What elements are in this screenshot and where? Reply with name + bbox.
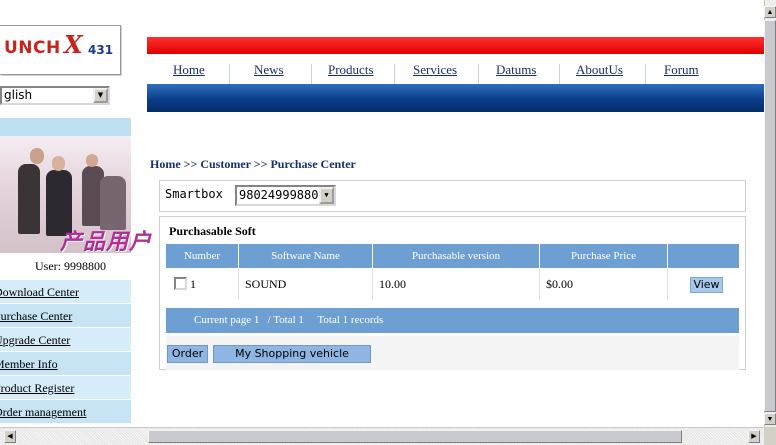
smartbox-serial-select[interactable]: 980249998800 ▼	[235, 185, 336, 206]
col-purchasable-version: Purchasable version	[373, 244, 540, 268]
nav-divider	[478, 64, 479, 84]
chevron-down-icon[interactable]: ▼	[93, 88, 108, 103]
vertical-scroll-thumb[interactable]	[764, 20, 776, 412]
nav-datums[interactable]: Datums	[496, 62, 536, 78]
sidebar-item-member-info[interactable]: Member Info	[0, 352, 131, 376]
logo-text: UNCH	[4, 38, 61, 58]
sidebar-band	[0, 118, 131, 136]
language-value: glish	[4, 88, 33, 102]
cell-price: $0.00	[540, 268, 668, 300]
smartbox-label: Smartbox	[165, 187, 223, 201]
sidebar-item-order-management[interactable]: Order management	[0, 400, 131, 424]
nav-aboutus[interactable]: AboutUs	[576, 62, 623, 78]
section-title: Purchasable Soft	[169, 224, 256, 238]
order-button[interactable]: Order	[167, 345, 208, 363]
cell-number: 1	[166, 268, 239, 300]
nav-home[interactable]: Home	[173, 62, 205, 78]
col-software-name: Software Name	[239, 244, 373, 268]
col-action	[668, 244, 739, 268]
user-id: User: 9998800	[0, 254, 131, 278]
scrollbar-corner	[764, 427, 776, 445]
smartbox-serial-value: 980249998800	[239, 188, 326, 202]
logo-x-mark: X	[64, 30, 83, 59]
header-blue-bar	[147, 84, 764, 112]
row-number: 1	[190, 277, 196, 291]
sidebar-menu: Download Center Purchase Center Upgrade …	[0, 280, 131, 424]
logo-model: 431	[88, 43, 114, 57]
nav-forum[interactable]: Forum	[664, 62, 699, 78]
scroll-up-icon[interactable]: ▲	[764, 6, 776, 18]
language-select[interactable]: glish ▼	[0, 86, 110, 105]
cell-software-name: SOUND	[239, 268, 373, 300]
sidebar-item-upgrade-center[interactable]: Upgrade Center	[0, 328, 131, 352]
header-red-bar	[147, 37, 764, 54]
nav-services[interactable]: Services	[413, 62, 457, 78]
col-purchase-price: Purchase Price	[540, 244, 668, 268]
table-header: Number Software Name Purchasable version…	[166, 244, 739, 268]
nav-divider	[311, 64, 312, 84]
sidebar-item-purchase-center[interactable]: Purchase Center	[0, 304, 131, 328]
view-button[interactable]: View	[690, 277, 723, 293]
row-checkbox[interactable]	[174, 277, 187, 291]
chevron-down-icon[interactable]: ▼	[319, 187, 334, 204]
nav-divider	[394, 64, 395, 84]
photo-caption: 产品用户	[60, 230, 153, 255]
scroll-down-icon[interactable]: ▼	[764, 413, 776, 425]
horizontal-scroll-thumb[interactable]	[148, 430, 682, 443]
nav-news[interactable]: News	[254, 62, 284, 78]
main-nav: Home News Products Services Datums About…	[147, 62, 764, 84]
nav-divider	[229, 64, 230, 84]
nav-divider	[559, 64, 560, 84]
breadcrumb: Home >> Customer >> Purchase Center	[150, 157, 356, 171]
nav-divider	[645, 64, 646, 84]
sidebar-item-product-register[interactable]: Product Register	[0, 376, 131, 400]
sidebar-item-download-center[interactable]: Download Center	[0, 280, 131, 304]
pager-text: Current page 1 / Total 1 Total 1 records	[194, 314, 384, 326]
cell-version: 10.00	[373, 268, 540, 300]
scroll-left-icon[interactable]: ◀	[4, 430, 16, 443]
col-number: Number	[166, 244, 239, 268]
shopping-vehicle-button[interactable]: My Shopping vehicle	[213, 345, 371, 363]
nav-products[interactable]: Products	[328, 62, 374, 78]
pager: Current page 1 / Total 1 Total 1 records	[166, 308, 739, 333]
table-row: 1 SOUND 10.00 $0.00	[166, 268, 739, 300]
scroll-right-icon[interactable]: ▶	[748, 430, 760, 443]
